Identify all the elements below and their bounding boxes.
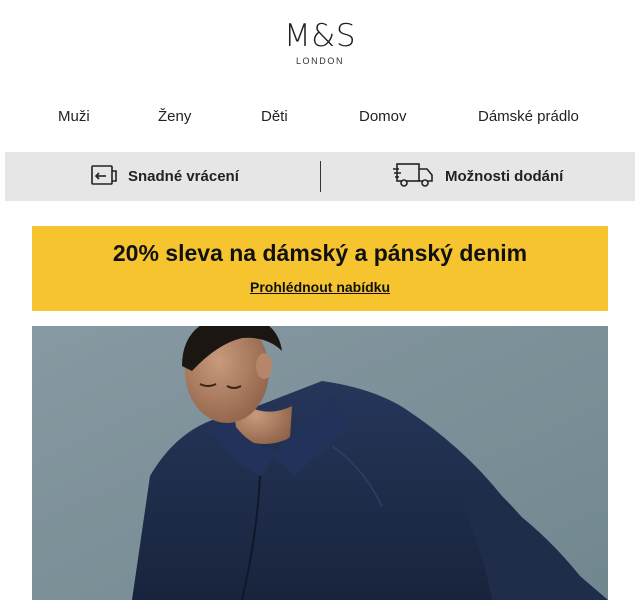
promo-cta-link[interactable]: Prohlédnout nabídku <box>250 279 390 295</box>
services-bar: Snadné vrácení Možnosti dodání <box>5 152 635 201</box>
denim-promo-banner: 20% sleva na dámský a pánský denim Prohl… <box>32 226 608 311</box>
brand-logo[interactable]: M&S LONDON <box>0 18 640 66</box>
nav-item-women[interactable]: Ženy <box>158 108 191 125</box>
category-nav: Muži Ženy Děti Domov Dámské prádlo <box>0 108 640 130</box>
brand-subtitle: LONDON <box>295 56 345 66</box>
brand-name: M&S <box>283 18 357 54</box>
delivery-options-link[interactable]: Možnosti dodání <box>393 152 563 201</box>
promo-title: 20% sleva na dámský a pánský denim <box>112 240 528 266</box>
model-photo <box>32 326 608 600</box>
nav-item-kids[interactable]: Děti <box>261 108 288 125</box>
delivery-options-label: Možnosti dodání <box>445 168 564 185</box>
easy-returns-label: Snadné vrácení <box>128 168 239 185</box>
services-divider <box>320 161 321 192</box>
return-package-icon <box>90 163 128 191</box>
nav-item-men[interactable]: Muži <box>58 108 90 125</box>
nav-item-lingerie[interactable]: Dámské prádlo <box>478 108 579 125</box>
nav-item-home[interactable]: Domov <box>359 108 407 125</box>
hero-image[interactable] <box>32 326 608 600</box>
delivery-truck-icon <box>393 161 445 193</box>
easy-returns-link[interactable]: Snadné vrácení <box>90 152 239 201</box>
